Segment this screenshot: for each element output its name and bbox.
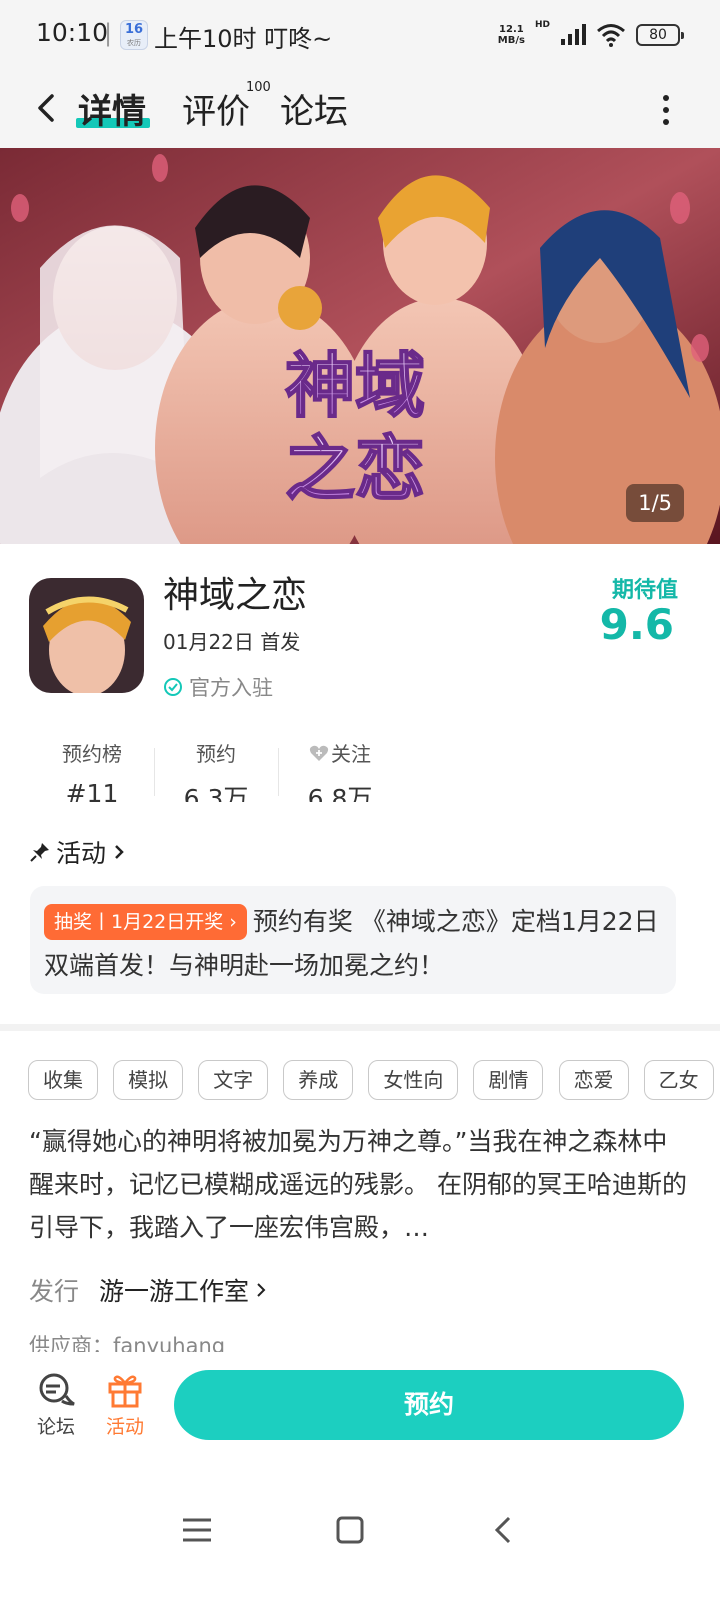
- supplier-info: 供应商：fanyuhang: [29, 1334, 226, 1352]
- tab-forum[interactable]: 论坛: [280, 84, 348, 133]
- banner-carousel[interactable]: 神域 之恋 1/5: [0, 148, 720, 544]
- menu-icon[interactable]: [177, 1510, 217, 1550]
- calendar-day: 16: [124, 22, 144, 37]
- wifi-icon: [597, 24, 625, 47]
- reviews-count-badge: 100: [246, 80, 271, 95]
- banner-logo-line2: 之恋: [285, 427, 425, 510]
- stat-follow-label: 关注: [331, 742, 371, 766]
- section-divider: [0, 1024, 720, 1031]
- official-label: 官方入驻: [189, 676, 273, 700]
- back-arrow-icon[interactable]: [28, 88, 68, 128]
- stat-rank[interactable]: 预约榜 #11: [30, 738, 154, 802]
- stat-follow[interactable]: 关注 6.8万: [278, 738, 402, 802]
- stats-row: 预约榜 #11 预约 6.3万 关注 6.8万: [30, 738, 402, 802]
- tag-item[interactable]: 模拟: [113, 1060, 184, 1100]
- status-time: 10:10: [36, 18, 109, 47]
- activity-section-header[interactable]: 活动: [30, 834, 126, 870]
- bottom-action-bar: 论坛 活动 预约: [0, 1356, 720, 1474]
- top-nav: 详情 评价 100 论坛: [0, 72, 720, 148]
- publisher-name: 游一游工作室: [99, 1277, 250, 1306]
- app-title: 神域之恋: [163, 575, 308, 616]
- tag-item[interactable]: 剧情: [473, 1060, 544, 1100]
- more-options-icon[interactable]: [656, 92, 676, 128]
- banner-logo-line1: 神域: [285, 344, 425, 427]
- tag-item[interactable]: 收集: [28, 1060, 98, 1100]
- publisher-label: 发行: [29, 1277, 80, 1306]
- activity-heading: 活动: [56, 839, 107, 868]
- app-icon: [29, 578, 144, 693]
- chevron-right-icon: [257, 1283, 266, 1297]
- hd-label: HD: [534, 20, 550, 30]
- battery-icon: 80: [636, 24, 684, 46]
- net-speed-unit: MB/s: [497, 35, 525, 46]
- expectation-score: 9.6: [599, 600, 674, 649]
- tag-item[interactable]: 乙女: [643, 1060, 714, 1100]
- home-icon[interactable]: [330, 1510, 370, 1550]
- reserve-button[interactable]: 预约: [174, 1370, 684, 1440]
- heart-plus-icon: [309, 745, 329, 761]
- status-right: 12.1 MB/s HD 80: [498, 20, 684, 50]
- stat-follow-label-row: 关注: [278, 738, 402, 767]
- stat-rank-label: 预约榜: [62, 742, 122, 766]
- tag-item[interactable]: 女性向: [368, 1060, 459, 1100]
- pin-icon: [30, 843, 49, 862]
- status-separator: |: [104, 19, 113, 47]
- official-badge: 官方入驻: [163, 672, 273, 702]
- forum-chat-icon: [39, 1373, 75, 1406]
- publisher-name-link[interactable]: 游一游工作室: [99, 1272, 267, 1308]
- tab-details[interactable]: 详情: [78, 84, 146, 133]
- net-speed: 12.1 MB/s: [498, 24, 525, 46]
- stat-reservations: 预约 6.3万: [154, 738, 278, 802]
- tag-item[interactable]: 文字: [198, 1060, 269, 1100]
- lottery-badge[interactable]: 抽奖丨1月22日开奖 ›: [44, 904, 247, 940]
- system-navigation-bar: [0, 1474, 720, 1600]
- stat-follow-value: 6.8万: [307, 784, 373, 802]
- calendar-sub: 农历: [127, 39, 141, 47]
- status-notification: 上午10时 叮咚~: [154, 25, 333, 53]
- forum-label: 论坛: [36, 1416, 75, 1438]
- stat-reservations-value: 6.3万: [183, 784, 249, 802]
- carousel-counter: 1/5: [626, 484, 684, 522]
- publisher-row[interactable]: 发行 游一游工作室: [29, 1272, 267, 1308]
- banner-artwork: 神域 之恋: [0, 148, 720, 544]
- game-description[interactable]: “赢得她心的神明将被加冕为万神之尊。”当我在神之森林中醒来时，记忆已模糊成遥远的…: [29, 1120, 691, 1252]
- event-button[interactable]: 活动: [95, 1372, 155, 1439]
- verified-check-icon: [164, 678, 182, 696]
- tag-item[interactable]: 恋爱: [558, 1060, 629, 1100]
- status-bar: 10:10 | 16 农历 上午10时 叮咚~ 12.1 MB/s HD 80: [0, 0, 720, 72]
- release-date: 01月22日 首发: [163, 630, 301, 654]
- chevron-right-icon: [115, 845, 124, 859]
- event-label: 活动: [105, 1416, 144, 1438]
- stat-reservations-label: 预约: [196, 742, 236, 766]
- tag-list: 收集 模拟 文字 养成 女性向 剧情 恋爱 乙女: [28, 1060, 720, 1104]
- calendar-app-icon: 16 农历: [120, 20, 148, 50]
- net-speed-value: 12.1: [499, 24, 524, 35]
- stat-rank-value: #11: [65, 779, 119, 802]
- gift-icon: [108, 1375, 142, 1408]
- back-icon[interactable]: [483, 1510, 523, 1550]
- activity-card[interactable]: 抽奖丨1月22日开奖 › 预约有奖 《神域之恋》定档1月22日双端首发！与神明赴一…: [30, 886, 676, 994]
- forum-button[interactable]: 论坛: [26, 1372, 86, 1439]
- signal-icon: [561, 24, 586, 45]
- tab-reviews[interactable]: 评价: [182, 84, 250, 133]
- tag-item[interactable]: 养成: [283, 1060, 354, 1100]
